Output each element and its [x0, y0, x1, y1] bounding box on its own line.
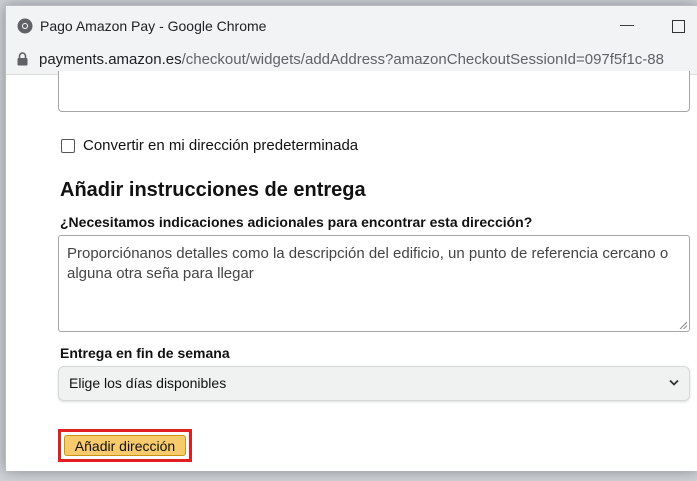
resize-grip-icon[interactable] [679, 321, 687, 329]
page-content: Convertir en mi dirección predeterminada… [6, 71, 697, 471]
browser-window: Pago Amazon Pay - Google Chrome — paymen… [5, 5, 697, 471]
chevron-down-icon [669, 379, 679, 386]
add-address-label: Añadir dirección [74, 437, 176, 454]
textarea-placeholder: Proporciónanos detalles como la descripc… [67, 245, 669, 282]
add-address-button[interactable]: Añadir dirección [64, 435, 186, 456]
default-address-checkbox[interactable] [61, 138, 75, 153]
lock-icon [17, 52, 28, 66]
highlight-box: Añadir dirección [58, 429, 192, 462]
weekend-select-value: Elige los días disponibles [69, 375, 227, 391]
address-line-input[interactable] [58, 71, 690, 112]
default-address-option[interactable]: Convertir en mi dirección predeterminada [61, 137, 358, 154]
delivery-instructions-textarea[interactable]: Proporciónanos detalles como la descripc… [58, 235, 690, 332]
maximize-button[interactable] [672, 20, 685, 33]
chrome-icon [17, 18, 33, 34]
url-text: payments.amazon.es/checkout/widgets/addA… [39, 51, 664, 68]
minimize-button[interactable]: — [620, 16, 634, 32]
window-title: Pago Amazon Pay - Google Chrome [40, 18, 267, 34]
url-path: /checkout/widgets/addAddress?amazonCheck… [181, 51, 664, 68]
delivery-instructions-heading: Añadir instrucciones de entrega [60, 179, 366, 201]
default-address-label: Convertir en mi dirección predeterminada [83, 137, 359, 154]
weekend-delivery-label: Entrega en fin de semana [60, 345, 230, 361]
url-host: payments.amazon.es [39, 51, 182, 68]
weekend-days-select[interactable]: Elige los días disponibles [58, 366, 690, 401]
directions-question: ¿Necesitamos indicaciones adicionales pa… [60, 214, 533, 230]
title-bar: Pago Amazon Pay - Google Chrome — [6, 6, 697, 46]
